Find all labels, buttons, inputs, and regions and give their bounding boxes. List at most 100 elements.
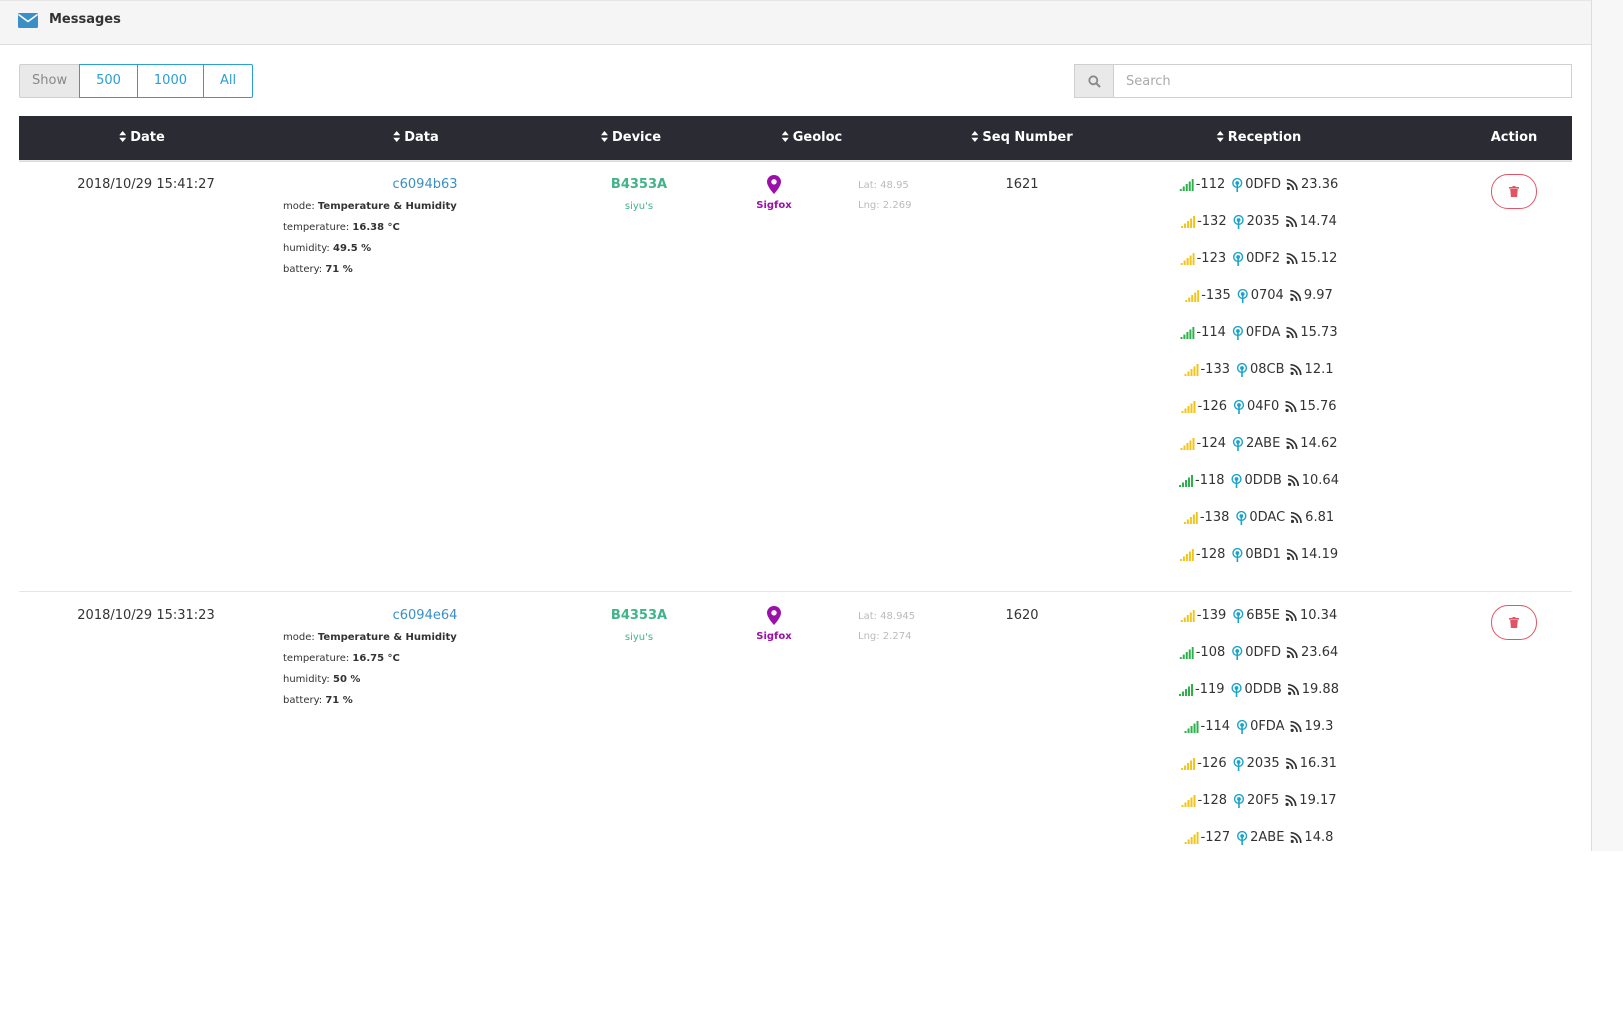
geoloc-lng: Lng: 2.274 (858, 631, 912, 642)
data-field: humidity: 49.5 % (283, 243, 371, 254)
reception-rssi: -126 (1197, 399, 1227, 414)
panel-title: Messages (49, 12, 121, 27)
reception-entry: -128 0BD1 14.19 (1179, 547, 1339, 562)
column-header-date[interactable]: Date (119, 116, 165, 160)
reception-station[interactable]: 0FDA (1246, 325, 1280, 340)
signal-strength-icon (1180, 437, 1195, 450)
delete-button[interactable] (1491, 174, 1537, 209)
data-field: mode: Temperature & Humidity (283, 632, 457, 643)
reception-station[interactable]: 20F5 (1247, 793, 1279, 808)
antenna-icon (1237, 288, 1248, 303)
reception-snr: 19.88 (1301, 682, 1339, 697)
message-data-id[interactable]: c6094e64 (393, 608, 458, 623)
reception-station[interactable]: 0DAC (1249, 510, 1285, 525)
data-field-label: temperature: (283, 653, 353, 664)
search-input[interactable] (1114, 64, 1572, 98)
envelope-icon (18, 13, 38, 28)
signal-strength-icon (1179, 646, 1194, 659)
show-all-button[interactable]: All (203, 64, 254, 98)
rss-icon (1290, 364, 1302, 375)
signal-strength-icon (1181, 794, 1196, 807)
column-header-reception[interactable]: Reception (1216, 116, 1301, 160)
reception-rssi: -123 (1196, 251, 1227, 266)
panel-header: Messages (0, 0, 1591, 45)
antenna-icon (1230, 682, 1242, 697)
column-header-seq-number[interactable]: Seq Number (971, 116, 1073, 160)
antenna-icon (1232, 436, 1243, 451)
message-data-id[interactable]: c6094b63 (392, 177, 457, 192)
reception-snr: 19.17 (1299, 793, 1337, 808)
rss-icon (1287, 179, 1299, 190)
reception-station[interactable]: 0FDA (1250, 719, 1284, 734)
data-field: mode: Temperature & Humidity (283, 201, 457, 212)
reception-station[interactable]: 2ABE (1250, 830, 1284, 845)
reception-snr: 14.74 (1299, 214, 1337, 229)
device-id-link[interactable]: B4353A (611, 177, 667, 192)
scroll-track[interactable] (1592, 0, 1623, 851)
sort-icon (781, 131, 789, 142)
delete-button[interactable] (1491, 605, 1537, 640)
reception-station[interactable]: 2035 (1247, 756, 1280, 771)
rss-icon (1291, 512, 1303, 523)
rss-icon (1285, 795, 1297, 806)
reception-entry: -108 0DFD 23.64 (1179, 645, 1338, 660)
rss-icon (1286, 549, 1298, 560)
reception-snr: 14.19 (1300, 547, 1339, 562)
reception-entry: -118 0DDB 10.64 (1179, 473, 1339, 488)
reception-snr: 9.97 (1303, 288, 1333, 303)
data-field-value: 16.38 °C (352, 222, 400, 233)
reception-entry: -126 2035 16.31 (1181, 756, 1337, 771)
column-header-data[interactable]: Data (393, 116, 439, 160)
reception-station[interactable]: 04F0 (1247, 399, 1279, 414)
reception-entry: -123 0DF2 15.12 (1180, 251, 1337, 266)
reception-station[interactable]: 0DDB (1245, 682, 1282, 697)
antenna-icon (1233, 399, 1244, 414)
sort-icon (119, 131, 127, 142)
reception-station[interactable]: 2035 (1247, 214, 1280, 229)
show-1000-button[interactable]: 1000 (136, 64, 204, 98)
reception-station[interactable]: 0DF2 (1246, 251, 1280, 266)
signal-strength-icon (1181, 215, 1196, 228)
reception-station[interactable]: 2ABE (1246, 436, 1280, 451)
reception-rssi: -119 (1195, 682, 1225, 697)
reception-rssi: -124 (1196, 436, 1226, 451)
show-500-button[interactable]: 500 (79, 64, 138, 98)
antenna-icon (1235, 510, 1246, 525)
data-field-label: humidity: (283, 243, 333, 254)
reception-station[interactable]: 0DDB (1245, 473, 1282, 488)
geoloc-lng: Lng: 2.269 (858, 200, 912, 211)
signal-strength-icon (1179, 474, 1194, 487)
antenna-icon (1232, 608, 1243, 623)
reception-station[interactable]: 0704 (1251, 288, 1284, 303)
reception-snr: 10.64 (1301, 473, 1339, 488)
reception-station[interactable]: 0DFD (1245, 177, 1281, 192)
column-header-device[interactable]: Device (600, 116, 661, 160)
reception-station[interactable]: 08CB (1250, 362, 1285, 377)
rss-icon (1289, 290, 1301, 301)
reception-station[interactable]: 6B5E (1246, 608, 1280, 623)
reception-station[interactable]: 0DFD (1245, 645, 1281, 660)
column-header-geoloc[interactable]: Geoloc (781, 116, 842, 160)
signal-strength-icon (1180, 326, 1195, 339)
geoloc-lat: Lat: 48.945 (858, 611, 916, 622)
data-field: temperature: 16.38 °C (283, 222, 400, 233)
reception-station[interactable]: 0BD1 (1245, 547, 1280, 562)
reception-entry: -139 6B5E 10.34 (1180, 608, 1337, 623)
reception-rssi: -135 (1201, 288, 1231, 303)
rss-icon (1286, 327, 1298, 338)
search-icon (1087, 74, 1101, 88)
reception-entry: -128 20F5 19.17 (1181, 793, 1337, 808)
antenna-icon (1236, 830, 1247, 845)
seq-number: 1620 (1005, 608, 1039, 623)
reception-entry: -126 04F0 15.76 (1181, 399, 1337, 414)
seq-number: 1621 (1005, 177, 1039, 192)
data-field-value: 71 % (325, 695, 353, 706)
trash-icon (1509, 617, 1519, 628)
reception-entry: -132 2035 14.74 (1181, 214, 1337, 229)
device-id-link[interactable]: B4353A (611, 608, 667, 623)
data-field-value: 16.75 °C (352, 653, 400, 664)
signal-strength-icon (1181, 757, 1196, 770)
data-field: battery: 71 % (283, 264, 353, 275)
data-field-value: 50 % (332, 674, 361, 685)
rss-icon (1287, 684, 1299, 695)
